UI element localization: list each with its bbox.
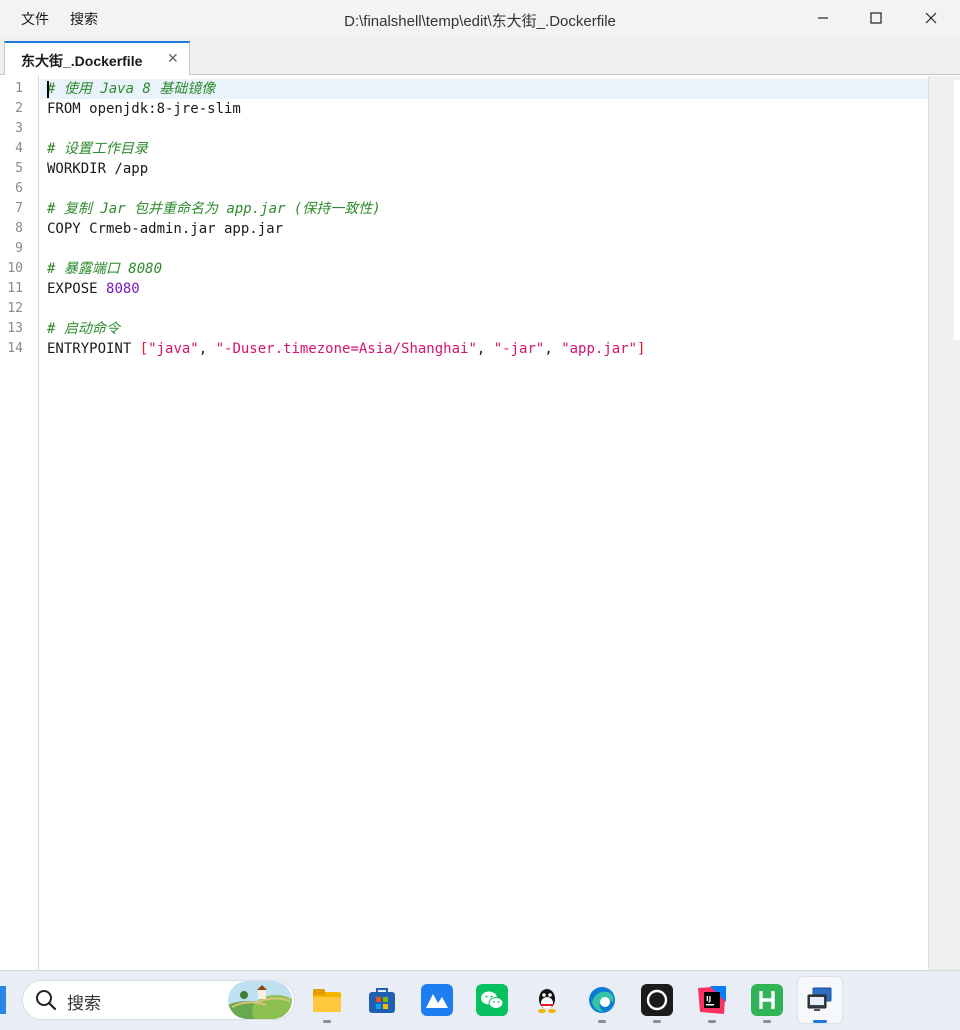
- running-indicator-chatgpt: [653, 1020, 661, 1023]
- tab-bar: 东大街_.Dockerfile ✕: [0, 38, 960, 75]
- line-number: 5: [15, 161, 23, 176]
- running-indicator-edge: [598, 1020, 606, 1023]
- text-caret: [47, 81, 49, 98]
- code-token-plain: EXPOSE: [47, 281, 107, 297]
- svg-text:IJ: IJ: [706, 995, 711, 1003]
- code-line[interactable]: # 设置工作目录: [47, 139, 148, 159]
- line-number: 6: [15, 181, 23, 196]
- line-number: 13: [7, 321, 23, 336]
- code-line[interactable]: # 启动命令: [47, 319, 120, 339]
- line-number: 8: [15, 221, 23, 236]
- tab-label: 东大街_.Dockerfile: [21, 53, 143, 69]
- code-editor[interactable]: 1 2 3 4 5 6 7 8 9 10 11 12 13 14 # 使用 Java 8 基础镜像 FROM…: [0, 76, 960, 970]
- search-highlight-image: [228, 981, 292, 1019]
- code-line[interactable]: COPY Crmeb-admin.jar app.jar: [47, 219, 283, 239]
- intellij-idea-icon[interactable]: IJ: [696, 984, 728, 1016]
- line-number: 9: [15, 241, 23, 256]
- line-number: 7: [15, 201, 23, 216]
- code-token-plain: FROM openjdk:8-jre-slim: [47, 101, 241, 117]
- minimize-icon: [818, 17, 828, 19]
- running-indicator-file-explorer: [323, 1020, 331, 1023]
- code-line[interactable]: WORKDIR /app: [47, 159, 148, 179]
- wechat-icon[interactable]: [476, 984, 508, 1016]
- code-line[interactable]: # 复制 Jar 包并重命名为 app.jar (保持一致性): [47, 199, 381, 219]
- maximize-button[interactable]: [853, 0, 899, 36]
- edge-browser-icon[interactable]: [586, 984, 618, 1016]
- code-token-string: "-Duser.timezone=Asia/Shanghai": [215, 341, 477, 357]
- start-button-edge[interactable]: [0, 986, 6, 1014]
- code-token-comment: # 使用 Java 8 基础镜像: [47, 81, 216, 97]
- code-token-comment: # 复制 Jar 包并重命名为 app.jar (保持一致性): [47, 201, 381, 217]
- code-token-number: 8080: [106, 281, 140, 297]
- search-placeholder: 搜索: [67, 994, 101, 1014]
- line-number: 4: [15, 141, 23, 156]
- code-line[interactable]: FROM openjdk:8-jre-slim: [47, 99, 241, 119]
- code-token-comment: # 暴露端口 8080: [47, 261, 163, 277]
- minimize-button[interactable]: [800, 0, 846, 36]
- line-number: 1: [15, 81, 23, 96]
- hbuilderx-icon[interactable]: [751, 984, 783, 1016]
- code-token-string: "java": [148, 341, 199, 357]
- line-number: 11: [7, 281, 23, 296]
- qq-icon[interactable]: [531, 984, 563, 1016]
- line-number-gutter: 1 2 3 4 5 6 7 8 9 10 11 12 13 14: [0, 76, 39, 970]
- code-line[interactable]: # 暴露端口 8080: [47, 259, 162, 279]
- code-line[interactable]: EXPOSE 8080: [47, 279, 140, 299]
- microsoft-store-icon[interactable]: [366, 984, 398, 1016]
- scrollbar-thumb[interactable]: [954, 80, 960, 340]
- running-indicator-finalshell-active: [813, 1020, 827, 1023]
- code-token-string: "-jar": [493, 341, 545, 357]
- line-number: 10: [7, 261, 23, 276]
- finalshell-icon[interactable]: [804, 984, 836, 1016]
- chatgpt-icon[interactable]: [641, 984, 673, 1016]
- code-token-plain: ENTRYPOINT: [47, 341, 140, 357]
- code-token-plain: ,: [198, 341, 216, 357]
- code-token-comment: # 启动命令: [47, 321, 120, 337]
- tab-dockerfile[interactable]: 东大街_.Dockerfile ✕: [4, 41, 190, 75]
- code-token-comment: # 设置工作目录: [47, 141, 148, 157]
- close-icon: [925, 12, 937, 24]
- line-number: 2: [15, 101, 23, 116]
- running-indicator-intellij: [708, 1020, 716, 1023]
- code-token-bracket: [: [139, 341, 149, 357]
- search-icon: [36, 990, 57, 1011]
- line-number: 14: [7, 341, 23, 356]
- code-token-plain: ,: [544, 341, 562, 357]
- lanhu-icon[interactable]: [421, 984, 453, 1016]
- code-token-plain: COPY Crmeb-admin.jar app.jar: [47, 221, 284, 237]
- code-line[interactable]: ENTRYPOINT ["java", "-Duser.timezone=Asi…: [47, 339, 645, 359]
- code-token-bracket: ]: [637, 341, 646, 357]
- code-token-plain: ,: [476, 341, 494, 357]
- tab-close-icon[interactable]: ✕: [167, 51, 179, 67]
- file-explorer-icon[interactable]: [311, 984, 343, 1016]
- code-line[interactable]: # 使用 Java 8 基础镜像: [47, 79, 215, 99]
- close-button[interactable]: [908, 0, 954, 36]
- maximize-icon: [870, 12, 882, 24]
- code-token-plain: WORKDIR /app: [47, 161, 149, 177]
- code-token-string: "app.jar": [561, 341, 638, 357]
- line-number: 12: [7, 301, 23, 316]
- line-number: 3: [15, 121, 23, 136]
- running-indicator-hbuilderx: [763, 1020, 771, 1023]
